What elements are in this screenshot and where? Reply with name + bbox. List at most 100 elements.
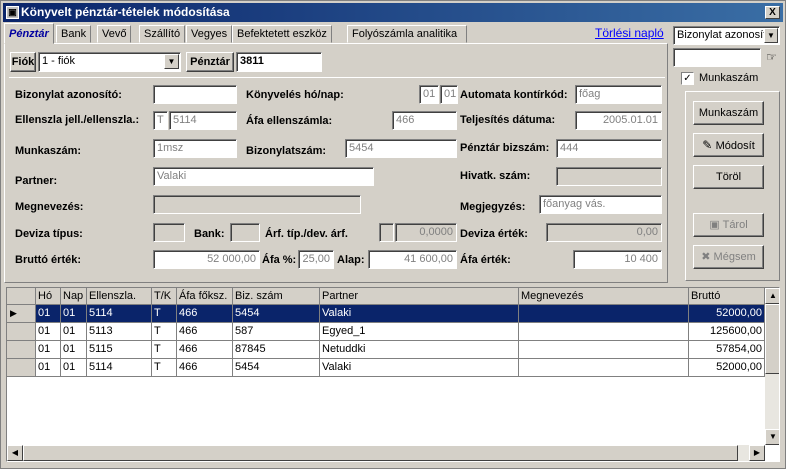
cell-ho[interactable]: 01: [36, 323, 61, 341]
col-tk[interactable]: T/K: [152, 288, 177, 305]
munkaszam-input[interactable]: 1msz: [153, 139, 237, 158]
bizonylat-azonosito-input[interactable]: [153, 85, 237, 104]
hivatk-input[interactable]: [556, 167, 662, 186]
afa-pct-input[interactable]: 25,00: [298, 250, 334, 269]
torlesi-naplo-link[interactable]: Törlési napló: [595, 26, 664, 40]
col-afa-foksz[interactable]: Áfa főksz.: [177, 288, 233, 305]
cell-nap[interactable]: 01: [61, 305, 87, 323]
cell-megnevezes[interactable]: [519, 305, 689, 323]
cell-ellenszla[interactable]: 5114: [87, 305, 152, 323]
ellenszla-input[interactable]: 5114: [169, 111, 237, 130]
tab-folyoszamla-analitika[interactable]: Folyószámla analitika: [347, 25, 467, 43]
teljesites-input[interactable]: 2005.01.01: [575, 111, 662, 130]
cell-ellenszla[interactable]: 5114: [87, 359, 152, 377]
penztar-bizszam-input[interactable]: 444: [556, 139, 662, 158]
partner-input[interactable]: Valaki: [153, 167, 374, 186]
megjegyzes-input[interactable]: főanyag vás.: [539, 195, 662, 214]
scroll-right-icon[interactable]: ▶: [749, 445, 765, 461]
deviza-ertek-input[interactable]: 0,00: [546, 223, 662, 242]
munkaszam-button[interactable]: Munkaszám: [693, 101, 764, 125]
cell-partner[interactable]: Netuddki: [320, 341, 519, 359]
konyveles-ho-input[interactable]: 01: [419, 85, 439, 104]
cell-partner[interactable]: Valaki: [320, 359, 519, 377]
row-indicator[interactable]: [7, 341, 36, 359]
deviza-tipus-input[interactable]: [153, 223, 185, 242]
cell-nap[interactable]: 01: [61, 341, 87, 359]
afa-ellenszamla-input[interactable]: 466: [392, 111, 457, 130]
konyveles-nap-input[interactable]: 01: [440, 85, 458, 104]
search-icon[interactable]: ☞: [763, 49, 780, 66]
row-indicator[interactable]: ▶: [7, 305, 36, 323]
cell-biz-szam[interactable]: 5454: [233, 359, 320, 377]
cell-partner[interactable]: Egyed_1: [320, 323, 519, 341]
bank-input[interactable]: [230, 223, 260, 242]
cell-ho[interactable]: 01: [36, 341, 61, 359]
cell-nap[interactable]: 01: [61, 359, 87, 377]
search-input[interactable]: [673, 48, 761, 67]
cell-megnevezes[interactable]: [519, 359, 689, 377]
cell-megnevezes[interactable]: [519, 323, 689, 341]
tab-vegyes[interactable]: Vegyes: [186, 25, 233, 43]
arf-tip-input[interactable]: [379, 223, 394, 242]
cell-brutto[interactable]: 52000,00: [689, 359, 765, 377]
col-ellenszla[interactable]: Ellenszla.: [87, 288, 152, 305]
scroll-left-icon[interactable]: ◀: [7, 445, 23, 461]
vertical-scroll-thumb[interactable]: [765, 304, 779, 374]
automata-input[interactable]: főag: [575, 85, 662, 104]
tab-vevo[interactable]: Vevő: [97, 25, 132, 43]
cell-brutto[interactable]: 57854,00: [689, 341, 765, 359]
torol-button[interactable]: Töröl: [693, 165, 764, 189]
cell-tk[interactable]: T: [152, 323, 177, 341]
cell-nap[interactable]: 01: [61, 323, 87, 341]
col-biz-szam[interactable]: Biz. szám: [233, 288, 320, 305]
col-nap[interactable]: Nap: [61, 288, 87, 305]
bizonylatszam-input[interactable]: 5454: [345, 139, 457, 158]
cell-ho[interactable]: 01: [36, 305, 61, 323]
cell-afa-foksz[interactable]: 466: [177, 305, 233, 323]
fiok-select[interactable]: 1 - fiók ▼: [38, 52, 181, 72]
row-indicator[interactable]: [7, 359, 36, 377]
cell-tk[interactable]: T: [152, 341, 177, 359]
cell-tk[interactable]: T: [152, 359, 177, 377]
tab-bank[interactable]: Bank: [56, 25, 92, 43]
row-indicator[interactable]: [7, 323, 36, 341]
cell-ho[interactable]: 01: [36, 359, 61, 377]
col-partner[interactable]: Partner: [320, 288, 519, 305]
arf-input[interactable]: 0,0000: [395, 223, 457, 242]
chevron-down-icon[interactable]: ▼: [764, 28, 778, 43]
cell-megnevezes[interactable]: [519, 341, 689, 359]
modosit-button[interactable]: ✎ Módosít: [693, 133, 764, 157]
ellenszla-jell-input[interactable]: T: [153, 111, 168, 130]
search-field-select[interactable]: Bizonylat azonosító ▼: [673, 26, 780, 45]
munkaszam-checkbox[interactable]: ✓: [681, 72, 694, 85]
cell-ellenszla[interactable]: 5115: [87, 341, 152, 359]
cell-brutto[interactable]: 125600,00: [689, 323, 765, 341]
cell-biz-szam[interactable]: 587: [233, 323, 320, 341]
horizontal-scroll-thumb[interactable]: [23, 445, 738, 461]
cell-biz-szam[interactable]: 87845: [233, 341, 320, 359]
col-brutto[interactable]: Bruttó: [689, 288, 765, 305]
tab-befektetett-eszkoz[interactable]: Befektetett eszköz: [232, 25, 332, 43]
scroll-up-icon[interactable]: ▲: [765, 288, 779, 304]
cell-afa-foksz[interactable]: 466: [177, 359, 233, 377]
col-ho[interactable]: Hó: [36, 288, 61, 305]
cell-ellenszla[interactable]: 5113: [87, 323, 152, 341]
cell-afa-foksz[interactable]: 466: [177, 323, 233, 341]
megnevezes-input[interactable]: [153, 195, 361, 214]
alap-input[interactable]: 41 600,00: [368, 250, 457, 269]
brutto-input[interactable]: 52 000,00: [153, 250, 260, 269]
chevron-down-icon[interactable]: ▼: [164, 54, 179, 69]
cell-tk[interactable]: T: [152, 305, 177, 323]
cell-biz-szam[interactable]: 5454: [233, 305, 320, 323]
cell-afa-foksz[interactable]: 466: [177, 341, 233, 359]
scroll-down-icon[interactable]: ▼: [765, 429, 779, 445]
cell-brutto[interactable]: 52000,00: [689, 305, 765, 323]
col-megnevezes[interactable]: Megnevezés: [519, 288, 689, 305]
megsem-button[interactable]: ✖ Mégsem: [693, 245, 764, 269]
close-button[interactable]: X: [765, 6, 780, 19]
penztar-input[interactable]: 3811: [236, 52, 322, 72]
afa-ertek-input[interactable]: 10 400: [573, 250, 662, 269]
tarol-button[interactable]: ▣ Tárol: [693, 213, 764, 237]
tab-szallito[interactable]: Szállító: [139, 25, 186, 43]
cell-partner[interactable]: Valaki: [320, 305, 519, 323]
